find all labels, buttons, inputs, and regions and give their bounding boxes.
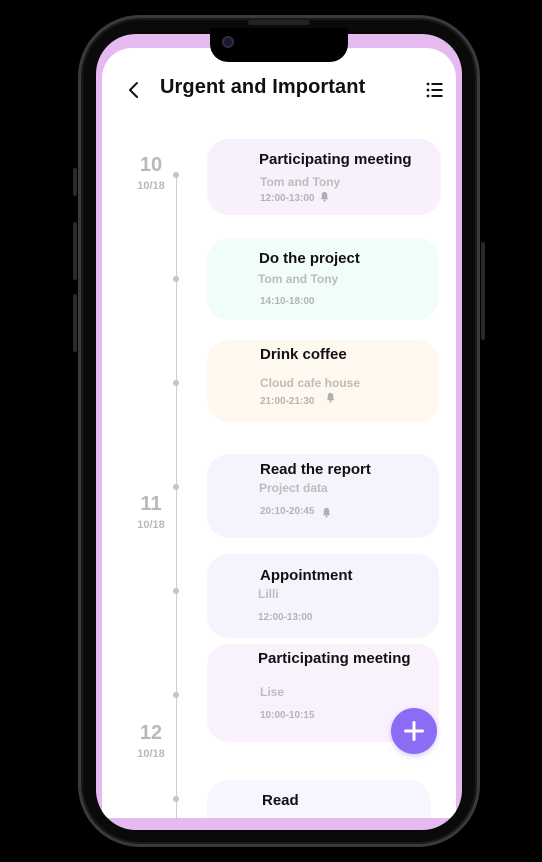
task-title: Read the report: [260, 461, 371, 478]
day-marker: 11 10/18: [124, 493, 178, 531]
task-card[interactable]: Read: [207, 780, 431, 818]
task-time: 21:00-21:30: [260, 396, 315, 407]
timeline-dot: [173, 484, 179, 490]
day-number: 10: [139, 154, 163, 176]
screen-bezel: Urgent and Important 10 10/18 11 10/18 1…: [96, 34, 462, 830]
task-subtitle: Tom and Tony: [258, 272, 339, 286]
task-time: 20:10-20:45: [260, 506, 315, 517]
back-button[interactable]: [122, 78, 146, 102]
task-title: Read: [262, 792, 299, 809]
timeline-dot: [173, 380, 179, 386]
task-time: 12:00-13:00: [260, 193, 315, 204]
day-date: 10/18: [137, 748, 165, 760]
power-button: [481, 242, 485, 340]
camera-icon: [222, 36, 234, 48]
task-card[interactable]: Read the report Project data 20:10-20:45: [207, 454, 439, 538]
volume-up-button: [73, 222, 77, 280]
app-screen: Urgent and Important 10 10/18 11 10/18 1…: [102, 48, 456, 818]
day-date: 10/18: [137, 519, 165, 531]
page-title: Urgent and Important: [160, 76, 366, 98]
task-time: 10:00-10:15: [260, 710, 315, 721]
silent-switch: [73, 168, 77, 196]
task-card[interactable]: Appointment Lilli 12:00-13:00: [207, 554, 439, 638]
timeline-dot: [173, 588, 179, 594]
task-time: 14:10-18:00: [260, 296, 315, 307]
plus-icon: [404, 721, 424, 741]
task-title: Participating meeting: [258, 650, 411, 667]
speaker-grille: [248, 20, 310, 25]
day-number: 11: [140, 493, 162, 515]
task-subtitle: Lilli: [258, 587, 279, 601]
task-title: Participating meeting: [259, 151, 412, 168]
volume-down-button: [73, 294, 77, 352]
bell-icon: [320, 191, 329, 202]
day-number: 12: [139, 722, 163, 744]
task-subtitle: Tom and Tony: [260, 175, 341, 189]
task-title: Drink coffee: [260, 346, 347, 363]
bell-icon: [322, 507, 331, 518]
timeline-dot: [173, 692, 179, 698]
task-subtitle: Lise: [260, 685, 285, 699]
bell-icon: [326, 392, 335, 403]
task-card[interactable]: Drink coffee Cloud cafe house 21:00-21:3…: [207, 340, 439, 422]
timeline-dot: [173, 276, 179, 282]
task-card[interactable]: Do the project Tom and Tony 14:10-18:00: [207, 238, 439, 320]
add-task-button[interactable]: [391, 708, 437, 754]
day-marker: 12 10/18: [124, 722, 178, 760]
task-title: Do the project: [259, 250, 360, 267]
task-time: 12:00-13:00: [258, 612, 313, 623]
timeline-dot: [173, 796, 179, 802]
list-menu-button[interactable]: [424, 79, 446, 101]
day-marker: 10 10/18: [124, 154, 178, 192]
task-subtitle: Project data: [259, 481, 328, 495]
list-icon: [426, 82, 443, 98]
task-title: Appointment: [260, 567, 353, 584]
task-card[interactable]: Participating meeting Tom and Tony 12:00…: [207, 139, 441, 215]
day-date: 10/18: [137, 180, 165, 192]
task-subtitle: Cloud cafe house: [260, 376, 361, 390]
chevron-left-icon: [129, 82, 138, 98]
